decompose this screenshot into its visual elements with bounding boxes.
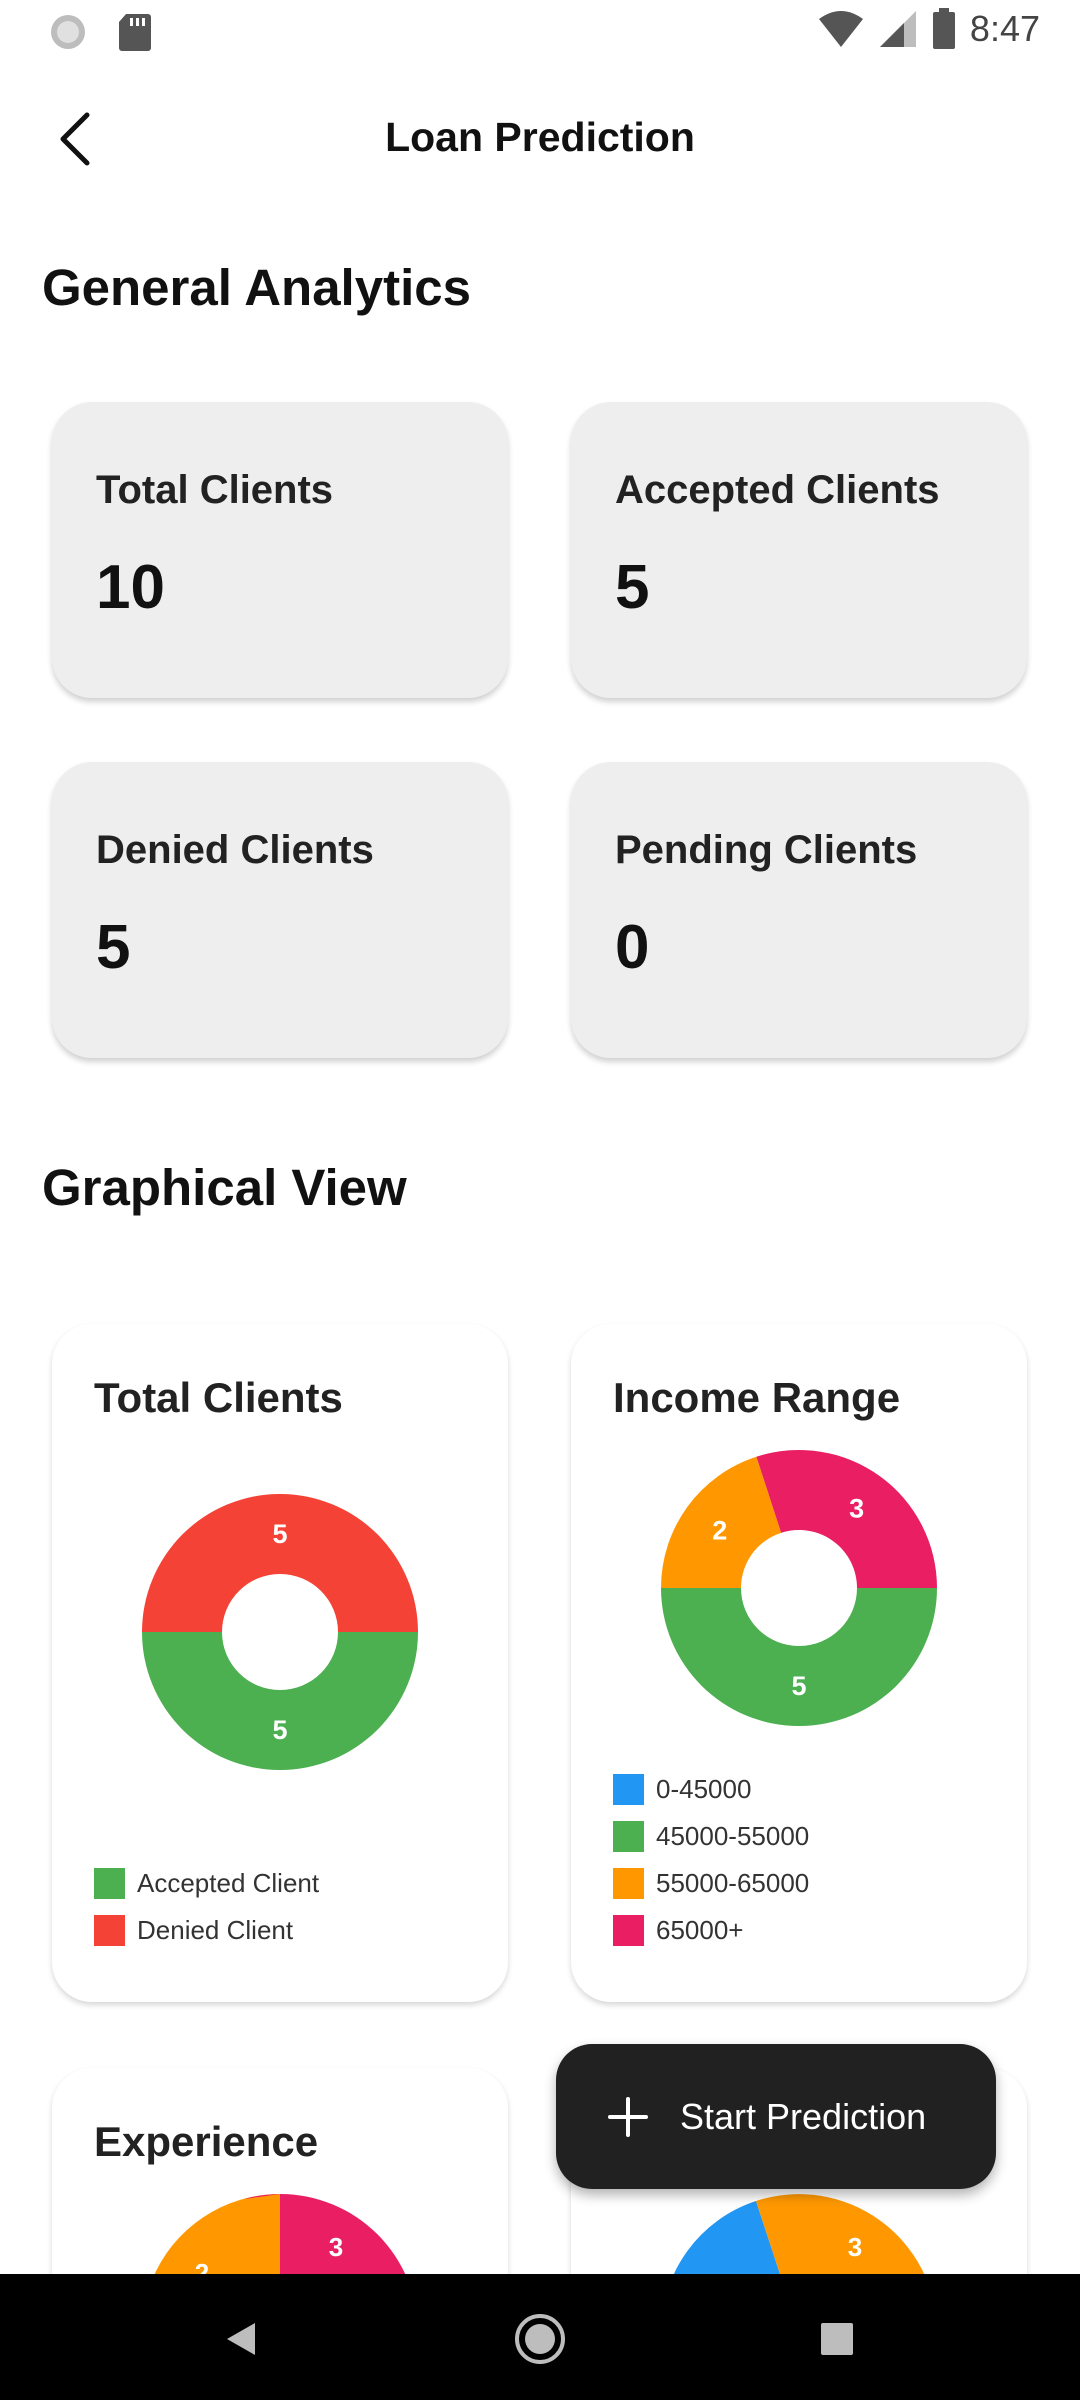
slice-label: 3: [848, 2232, 862, 2262]
page-title: Loan Prediction: [385, 114, 695, 160]
chart-card-total-clients: Total Clients 55 Accepted Client Denied …: [52, 1324, 508, 2002]
chart-title: Total Clients: [94, 1374, 343, 1421]
slice-label: 3: [329, 2232, 343, 2262]
stat-card-pending: Pending Clients 0: [571, 762, 1027, 1058]
pie-slice: [142, 1494, 418, 1632]
sd-card-icon: [119, 14, 151, 51]
section-title-general: General Analytics: [42, 259, 471, 316]
total-clients-donut: 55: [142, 1494, 418, 1770]
stat-label: Pending Clients: [615, 828, 918, 872]
pie-slice: [142, 1632, 418, 1770]
legend-item: Accepted Client: [94, 1860, 319, 1907]
slice-label: 2: [712, 1515, 727, 1545]
legend-swatch: [94, 1915, 125, 1946]
stat-label: Total Clients: [96, 468, 334, 512]
legend: Accepted Client Denied Client: [94, 1860, 319, 1954]
slice-label: 5: [272, 1519, 287, 1549]
nav-back-button[interactable]: [206, 2304, 276, 2374]
slice-label: 5: [272, 1715, 287, 1745]
legend-label: 0-45000: [656, 1774, 752, 1804]
section-title-graphical: Graphical View: [42, 1159, 407, 1216]
plus-icon: [608, 2096, 648, 2137]
legend-label: 45000-55000: [656, 1821, 810, 1851]
pie-slice: [661, 1588, 937, 1726]
app-bar: Loan Prediction: [0, 64, 1080, 214]
legend-item: 65000+: [613, 1907, 809, 1954]
legend-label: Denied Client: [137, 1915, 294, 1945]
stat-card-total: Total Clients 10: [52, 402, 508, 698]
circle-home-icon: [515, 2314, 565, 2364]
legend-swatch: [94, 1868, 125, 1899]
stat-card-denied: Denied Clients 5: [52, 762, 508, 1058]
nav-home-button[interactable]: [505, 2304, 575, 2374]
legend-item: Denied Client: [94, 1907, 319, 1954]
stat-card-accepted: Accepted Clients 5: [571, 402, 1027, 698]
signal-icon: [879, 11, 916, 47]
slice-label: 5: [791, 1671, 806, 1701]
income-range-donut: 3 2 5: [661, 1450, 937, 1726]
stat-value: 5: [615, 553, 650, 622]
square-recents-icon: [821, 2323, 853, 2355]
slice-label: 3: [849, 1494, 864, 1524]
start-prediction-label: Start Prediction: [680, 2095, 927, 2137]
navigation-bar: [0, 2274, 1080, 2400]
chart-title: Experience: [94, 2118, 319, 2165]
triangle-back-icon: [227, 2323, 255, 2355]
wifi-icon: [818, 11, 863, 47]
clock-time: 8:47: [969, 8, 1040, 49]
stat-value: 10: [96, 553, 165, 622]
legend-item: 0-45000: [613, 1766, 809, 1813]
start-prediction-button[interactable]: Start Prediction: [556, 2044, 996, 2189]
stat-label: Denied Clients: [96, 828, 374, 872]
stat-value: 0: [615, 913, 650, 982]
legend-label: 65000+: [656, 1915, 744, 1945]
sync-icon: [51, 15, 85, 49]
legend-swatch: [613, 1868, 644, 1899]
stat-label: Accepted Clients: [615, 468, 940, 512]
stat-value: 5: [96, 913, 131, 982]
chart-card-income-range: Income Range 3 2 5 0-45000 45000-55000 550…: [571, 1324, 1027, 2002]
status-bar: 8:47: [0, 0, 1080, 64]
pie-slice: [756, 1450, 937, 1588]
legend-swatch: [613, 1821, 644, 1852]
legend: 0-45000 45000-55000 55000-65000 65000+: [613, 1766, 809, 1954]
nav-recents-button[interactable]: [802, 2304, 872, 2374]
battery-icon: [932, 8, 955, 49]
legend-swatch: [613, 1774, 644, 1805]
legend-label: Accepted Client: [137, 1868, 320, 1898]
chart-title: Income Range: [613, 1374, 901, 1421]
legend-swatch: [613, 1915, 644, 1946]
legend-item: 55000-65000: [613, 1860, 809, 1907]
legend-item: 45000-55000: [613, 1813, 809, 1860]
legend-label: 55000-65000: [656, 1868, 810, 1898]
